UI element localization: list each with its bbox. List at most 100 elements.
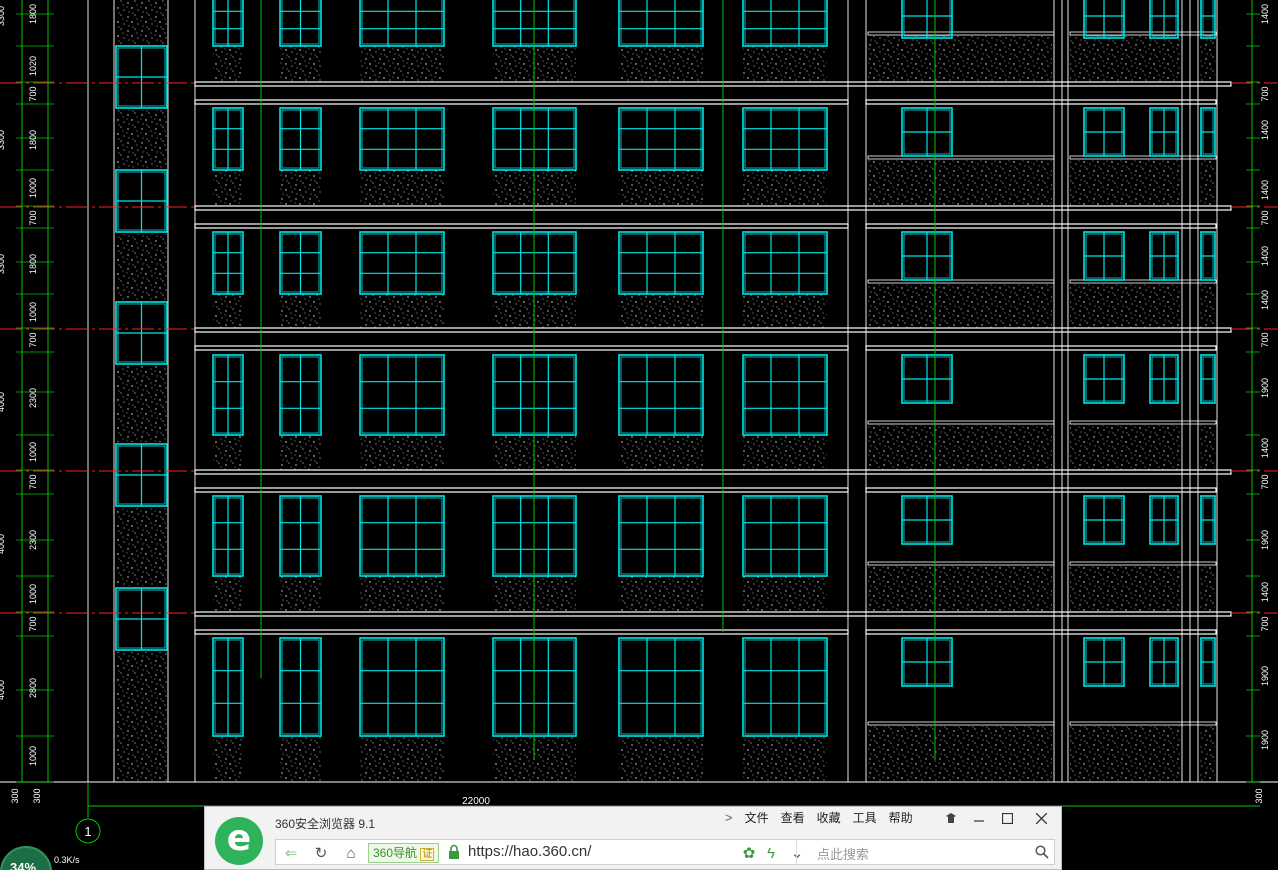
menu-item-favorites[interactable]: 收藏 xyxy=(817,809,841,826)
menu-item-help[interactable]: 帮助 xyxy=(889,809,913,826)
sill-hatch-panel xyxy=(213,170,243,206)
window-frame xyxy=(359,107,445,171)
balcony-rail xyxy=(1069,31,1217,36)
window-inner-frame xyxy=(620,497,702,575)
bottom-left-dim-text: 300 xyxy=(32,788,42,803)
maximize-button[interactable] xyxy=(993,807,1021,829)
window-inner-frame xyxy=(744,497,826,575)
floor-slab xyxy=(194,469,1232,475)
accelerate-icon[interactable]: ✿ xyxy=(738,843,760,863)
left-dim-text: 1800 xyxy=(28,4,38,24)
left-dim-text: 1800 xyxy=(28,130,38,150)
window-inner-frame xyxy=(744,356,826,434)
left-level-dim-text: 4000 xyxy=(0,392,6,412)
left-dim-text: 1000 xyxy=(28,442,38,462)
sill-hatch-panel xyxy=(213,576,243,612)
balcony-hatch-panel xyxy=(1070,160,1180,206)
balcony-hatch-panel xyxy=(1200,726,1215,782)
right-dim-text: 700 xyxy=(1260,210,1270,225)
address-bar: ⇐ ↻ ⌂ 360导航 证 https://hao.360.cn/ ✿ ϟ ⌄ … xyxy=(275,839,1055,865)
window-frame xyxy=(618,637,704,737)
search-icon[interactable] xyxy=(1035,845,1049,859)
left-dim-text: 1800 xyxy=(28,254,38,274)
back-arrow-icon[interactable]: ⇐ xyxy=(280,843,302,863)
left-dim-text: 1020 xyxy=(28,56,38,76)
sill-hatch-panel xyxy=(360,736,444,782)
left-dim-text: 700 xyxy=(28,86,38,101)
window-inner-frame xyxy=(744,233,826,293)
balcony-hatch-panel xyxy=(1200,425,1215,470)
skin-icon[interactable] xyxy=(937,807,965,829)
left-dim-text: 700 xyxy=(28,210,38,225)
close-button[interactable] xyxy=(1027,807,1055,829)
balcony-hatch-panel xyxy=(868,726,1052,782)
right-dim-text: 1400 xyxy=(1260,246,1270,266)
right-dim-text: 1400 xyxy=(1260,290,1270,310)
right-dim-text: 1400 xyxy=(1260,120,1270,140)
lightning-icon[interactable]: ϟ xyxy=(760,843,782,863)
balcony-hatch-panel xyxy=(1070,566,1180,612)
menu-item-tools[interactable]: 工具 xyxy=(853,809,877,826)
sill-hatch-panel xyxy=(743,736,827,782)
search-box[interactable]: 点此搜索 xyxy=(796,840,1055,864)
left-dim-text: 700 xyxy=(28,332,38,347)
window-frame xyxy=(359,0,445,47)
window-inner-frame xyxy=(361,639,443,735)
balcony-rail xyxy=(867,31,1055,36)
browser-popup-window[interactable]: e 360安全浏览器 9.1 > 文件 查看 收藏 工具 帮助 ⇐ ↻ ⌂ 36… xyxy=(204,806,1062,870)
sill-hatch-panel xyxy=(743,170,827,206)
floor-slab-lower-right xyxy=(865,99,1217,105)
sill-hatch-panel xyxy=(360,294,444,328)
window-frame xyxy=(742,495,828,577)
menu-item-file[interactable]: 文件 xyxy=(745,809,769,826)
window-frame xyxy=(742,0,828,47)
window-layer xyxy=(115,0,1216,737)
left-level-dim-text: 4000 xyxy=(0,680,6,700)
minimize-button[interactable] xyxy=(965,807,993,829)
balcony-hatch-panel xyxy=(1200,36,1215,82)
sill-hatch-panel xyxy=(280,46,321,82)
stair-hatch-panel xyxy=(116,508,167,586)
sill-hatch-panel xyxy=(619,170,703,206)
left-dim-text: 1000 xyxy=(28,746,38,766)
right-dim-text: 1900 xyxy=(1260,378,1270,398)
left-dim-text: 1000 xyxy=(28,584,38,604)
balcony-rail xyxy=(1069,420,1217,425)
left-dim-text: 2300 xyxy=(28,388,38,408)
right-dim-text: 1900 xyxy=(1260,730,1270,750)
url-field[interactable]: https://hao.360.cn/ xyxy=(468,843,591,860)
window-inner-frame xyxy=(744,109,826,169)
balcony-hatch-panel xyxy=(1200,566,1215,612)
browser-menu-bar: > 文件 查看 收藏 工具 帮助 xyxy=(725,809,925,826)
balcony-hatch-panel xyxy=(868,36,1052,82)
floor-slab-lower-right xyxy=(865,487,1217,493)
sill-hatch-panel xyxy=(619,576,703,612)
stair-hatch-panel xyxy=(116,110,167,168)
right-dim-text: 1400 xyxy=(1260,180,1270,200)
nav-badge[interactable]: 360导航 证 xyxy=(368,843,440,863)
sill-hatch-panel xyxy=(213,435,243,470)
floor-slab-lower xyxy=(194,487,849,493)
window-frame xyxy=(618,231,704,295)
speed-meter-percent: 34% xyxy=(10,860,37,870)
sill-hatch-panel xyxy=(280,736,321,782)
sill-hatch-panel xyxy=(360,46,444,82)
sill-hatch-panel xyxy=(360,435,444,470)
left-dim-text: 2800 xyxy=(28,678,38,698)
search-placeholder: 点此搜索 xyxy=(817,847,870,862)
left-dim-text: 700 xyxy=(28,616,38,631)
chevron-right-icon[interactable]: > xyxy=(725,810,733,825)
stair-hatch-panel xyxy=(116,652,167,782)
floor-slab xyxy=(194,327,1232,333)
window-inner-frame xyxy=(361,233,443,293)
left-dim-text: 1000 xyxy=(28,302,38,322)
left-level-dim-text: 3300 xyxy=(0,254,6,274)
window-frame xyxy=(618,107,704,171)
bottom-right-dim-text: 300 xyxy=(1254,788,1264,803)
refresh-icon[interactable]: ↻ xyxy=(310,843,332,863)
window-frame xyxy=(618,0,704,47)
menu-item-view[interactable]: 查看 xyxy=(781,809,805,826)
balcony-hatch-panel xyxy=(868,566,1052,612)
cad-drawing-canvas[interactable]: 1800 1020 700 1800 1000 700 1800 1000 700 2300 100… xyxy=(0,0,1278,870)
home-icon[interactable]: ⌂ xyxy=(340,843,362,863)
